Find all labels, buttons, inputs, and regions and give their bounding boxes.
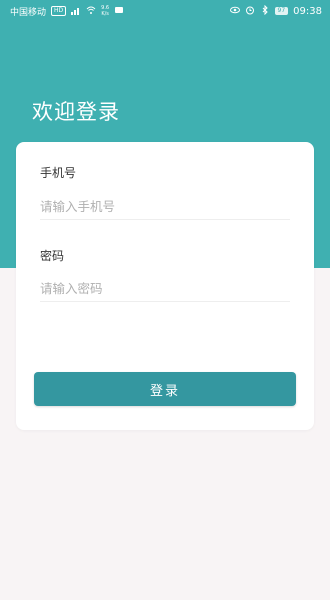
clock: 09:38 [293,5,322,17]
password-label: 密码 [40,249,65,263]
battery-indicator: 97 [274,7,289,15]
eye-icon [229,5,240,18]
signal-icon [71,5,81,18]
login-button[interactable]: 登录 [34,372,296,406]
phone-label: 手机号 [40,166,77,180]
carrier-name: 中国移动 [10,7,47,18]
status-left: 中国移动 HD 9.6 K/s [10,5,124,18]
wifi-icon [86,5,96,18]
status-right: 97 09:38 [229,4,322,18]
status-bar: 中国移动 HD 9.6 K/s 97 09:38 [0,0,330,22]
phone-input[interactable] [40,194,290,220]
login-card: 手机号 密码 登录 [16,142,314,430]
notification-icon [114,5,124,18]
password-input[interactable] [40,276,290,302]
bluetooth-icon [260,4,270,18]
hd-badge: HD [51,6,67,16]
page-title: 欢迎登录 [32,100,120,124]
network-speed: 9.6 K/s [101,5,110,17]
alarm-icon [245,5,255,18]
